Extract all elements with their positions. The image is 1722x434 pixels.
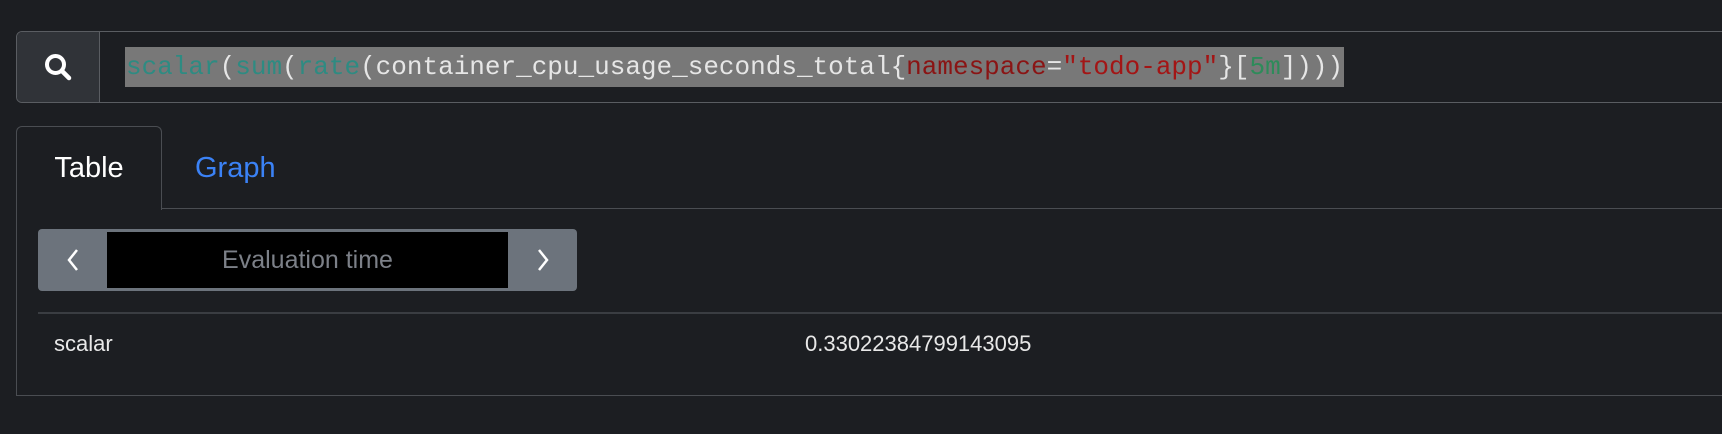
- result-label: scalar: [54, 331, 113, 356]
- evaluation-time-control: Evaluation time: [38, 229, 577, 291]
- query-token: }[: [1218, 52, 1250, 82]
- query-token: sum: [235, 52, 283, 82]
- table-divider: [38, 312, 1722, 314]
- search-icon: [45, 54, 72, 81]
- evaluation-time-input[interactable]: Evaluation time: [107, 232, 508, 288]
- query-token: "todo-app": [1062, 52, 1219, 82]
- tab-table[interactable]: Table: [16, 126, 162, 210]
- query-token: ]))): [1280, 52, 1344, 82]
- next-time-button[interactable]: [508, 229, 577, 291]
- query-token: scalar: [126, 52, 220, 82]
- query-token: 5m: [1249, 52, 1281, 82]
- result-value: 0.33022384799143095: [805, 331, 1032, 356]
- query-token: =: [1046, 52, 1063, 82]
- tab-graph[interactable]: Graph: [195, 126, 276, 210]
- query-token: (container_cpu_usage_seconds_total{: [360, 52, 907, 82]
- query-token: namespace: [906, 52, 1047, 82]
- query-token: (: [282, 52, 298, 82]
- query-bar: scalar(sum(rate(container_cpu_usage_seco…: [16, 31, 1722, 103]
- query-expression-input[interactable]: scalar(sum(rate(container_cpu_usage_seco…: [125, 47, 1345, 87]
- previous-time-button[interactable]: [38, 229, 107, 291]
- chevron-left-icon: [66, 249, 78, 271]
- query-token: (: [219, 52, 236, 82]
- chevron-right-icon: [537, 249, 549, 271]
- query-token: rate: [297, 52, 361, 82]
- execute-search-button[interactable]: [17, 32, 100, 102]
